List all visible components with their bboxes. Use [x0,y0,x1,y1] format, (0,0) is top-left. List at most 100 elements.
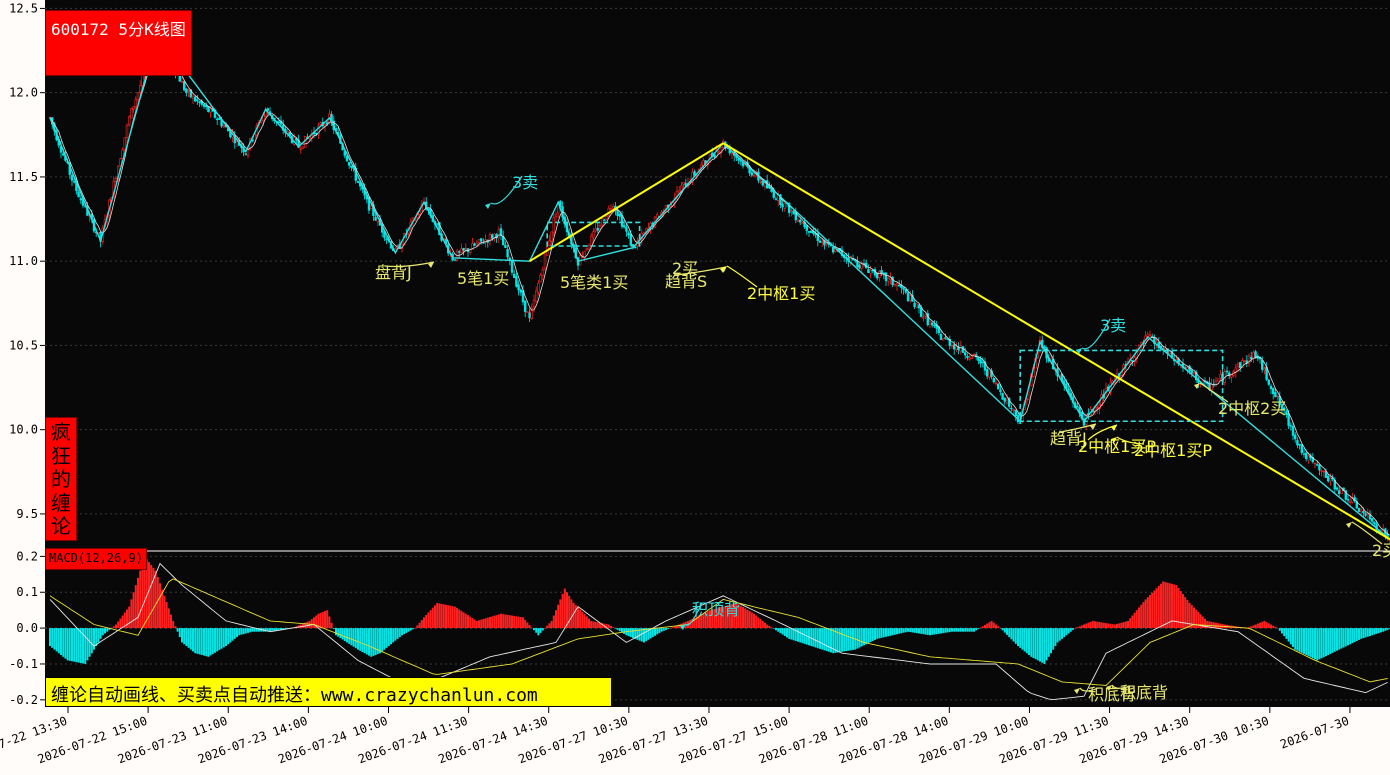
macd-histogram-bar [1252,625,1255,629]
candle-body [878,271,881,278]
macd-histogram-bar [150,564,153,629]
macd-histogram-bar [414,628,417,629]
candle-body [1300,444,1304,453]
macd-histogram-bar [959,628,962,632]
macd-histogram-bar [1362,628,1365,639]
macd-histogram-bar [119,618,122,629]
macd-histogram-bar [161,589,164,629]
macd-histogram-bar [865,628,868,645]
candle-body [805,225,809,231]
macd-histogram-bar [1386,628,1389,630]
macd-histogram-bar [423,617,425,629]
candle-body [867,269,870,273]
candle-body [959,345,963,352]
macd-histogram-bar [1006,628,1008,635]
macd-histogram-bar [112,626,115,629]
macd-histogram-bar [49,628,51,647]
macd-histogram-bar [940,628,942,634]
candle-body [880,269,883,274]
macd-histogram-bar [159,583,161,629]
macd-histogram-bar [671,627,674,629]
macd-histogram-bar [975,628,978,631]
macd-histogram-bar [968,628,971,632]
macd-histogram-bar [585,616,588,629]
macd-histogram-bar [656,628,659,635]
candle-body [473,243,476,246]
macd-histogram-bar [233,628,236,639]
macd-histogram-bar [1001,628,1004,631]
macd-histogram-bar [469,616,472,629]
macd-histogram-bar [277,628,280,630]
candle-body [194,96,197,102]
price-tick-label: 9.5 [16,507,38,521]
macd-histogram-bar [442,604,445,629]
macd-histogram-bar [1039,628,1041,662]
macd-histogram-bar [1054,628,1057,647]
candle-body [490,234,494,239]
price-tick-label: 10.0 [9,423,38,437]
macd-histogram-bar [561,594,564,629]
macd-histogram-bar [1329,628,1332,654]
macd-histogram-bar [1254,624,1257,629]
candle-body [519,289,523,293]
macd-histogram-bar [1072,628,1074,630]
candle-body [655,214,659,219]
candle-body [1254,351,1257,358]
macd-histogram-bar [1272,625,1275,629]
candle-body [183,81,186,91]
macd-histogram-bar [170,614,172,629]
candle-body [1340,488,1343,495]
candle-body [136,92,140,100]
candle-body [759,181,762,183]
macd-histogram-bar [205,628,208,657]
candle-body [202,103,206,107]
price-tick-label: 11.5 [9,170,38,184]
macd-histogram-bar [979,627,982,629]
macd-histogram-bar [924,628,927,635]
macd-histogram-bar [273,628,276,631]
candle-body [1267,379,1271,385]
candle-body [589,235,593,247]
candle-body [1236,363,1240,367]
macd-histogram-bar [1331,628,1334,653]
macd-histogram-bar [1030,628,1033,657]
macd-histogram-bar [955,628,958,632]
macd-histogram-bar [898,628,901,634]
candle-body [1263,368,1266,371]
macd-histogram-bar [781,628,784,635]
macd-histogram-bar [973,628,975,632]
macd-histogram-bar [497,614,500,629]
macd-histogram-bar [198,628,201,655]
candle-body [534,290,538,302]
macd-histogram-bar [1083,624,1085,629]
macd-histogram-bar [559,599,562,629]
macd-histogram-bar [920,628,923,634]
macd-histogram-bar [1164,582,1167,629]
macd-histogram-bar [845,628,848,652]
candle-body [979,359,982,364]
candle-body [209,108,212,113]
time-axis: 2026-07-22 13:302026-07-22 15:002026-07-… [0,707,1351,766]
candle-body [299,148,302,150]
macd-histogram-bar [852,628,854,650]
macd-histogram-bar [403,628,406,635]
macd-histogram-bar [68,628,71,661]
macd-histogram-bar [359,628,362,651]
macd-histogram-bar [651,628,654,638]
candle-body [933,324,936,327]
candle-body [1313,462,1317,465]
macd-histogram-bar [786,628,788,638]
candle-body [517,284,520,291]
macd-histogram-bar [1162,581,1165,629]
macd-histogram-bar [783,628,786,636]
macd-histogram-bar [1338,628,1341,650]
candle-body [922,317,925,319]
candle-body [510,261,514,273]
candle-body [972,353,976,356]
macd-histogram-bar [1135,610,1138,629]
macd-histogram-bar [790,628,793,640]
macd-histogram-bar [1089,621,1092,629]
candle-body [1349,501,1352,503]
macd-histogram-bar [1142,602,1145,629]
macd-histogram-bar [115,624,117,629]
